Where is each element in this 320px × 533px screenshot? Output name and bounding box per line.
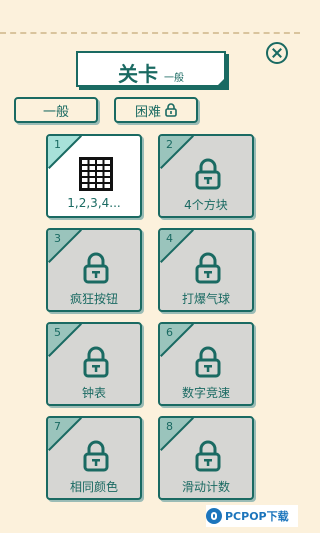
level-label: 打爆气球 xyxy=(181,292,230,306)
level-number: 7 xyxy=(54,420,61,433)
level-number: 8 xyxy=(166,420,173,433)
level-label: 钟表 xyxy=(81,386,106,400)
lock-icon xyxy=(195,158,221,190)
lock-icon xyxy=(195,252,221,284)
lock-icon xyxy=(83,252,109,284)
lock-icon xyxy=(195,440,221,472)
level-tile[interactable]: 5 钟表 xyxy=(46,322,142,406)
level-tile[interactable]: 1 1,2,3,4... xyxy=(46,134,142,218)
level-tile[interactable]: 7 相同颜色 xyxy=(46,416,142,500)
lock-icon xyxy=(165,103,177,117)
lock-icon xyxy=(83,440,109,472)
pcpop-logo-icon xyxy=(206,508,222,524)
level-label: 滑动计数 xyxy=(181,480,230,494)
level-number: 3 xyxy=(54,232,61,245)
top-divider xyxy=(0,32,300,34)
level-number: 6 xyxy=(166,326,173,339)
level-tile[interactable]: 2 4个方块 xyxy=(158,134,254,218)
level-label: 相同颜色 xyxy=(69,480,118,494)
level-number: 1 xyxy=(54,138,61,151)
level-label: 1,2,3,4... xyxy=(67,196,121,210)
mode-normal-label: 一般 xyxy=(42,104,69,120)
watermark: PCPOP下载 xyxy=(206,505,298,527)
lock-icon xyxy=(195,346,221,378)
level-tile[interactable]: 8 滑动计数 xyxy=(158,416,254,500)
close-button[interactable] xyxy=(266,42,288,64)
level-label: 数字竞速 xyxy=(181,386,230,400)
page-title-box: 关卡 一般 xyxy=(76,51,226,87)
mode-hard-label: 困难 xyxy=(134,104,161,120)
level-label: 疯狂按钮 xyxy=(69,292,118,306)
level-tile[interactable]: 4 打爆气球 xyxy=(158,228,254,312)
level-label: 4个方块 xyxy=(184,198,228,212)
number-grid-icon xyxy=(79,157,113,191)
page-subtitle: 一般 xyxy=(164,73,184,84)
watermark-text: PCPOP下载 xyxy=(225,510,289,523)
level-tile[interactable]: 6 数字竞速 xyxy=(158,322,254,406)
level-number: 4 xyxy=(166,232,173,245)
mode-normal-button[interactable]: 一般 xyxy=(14,97,98,123)
level-number: 5 xyxy=(54,326,61,339)
mode-hard-button[interactable]: 困难 xyxy=(114,97,198,123)
lock-icon xyxy=(83,346,109,378)
title-fold-decoration xyxy=(216,77,226,87)
level-tile[interactable]: 3 疯狂按钮 xyxy=(46,228,142,312)
level-number: 2 xyxy=(166,138,173,151)
page-title: 关卡 xyxy=(118,62,158,86)
